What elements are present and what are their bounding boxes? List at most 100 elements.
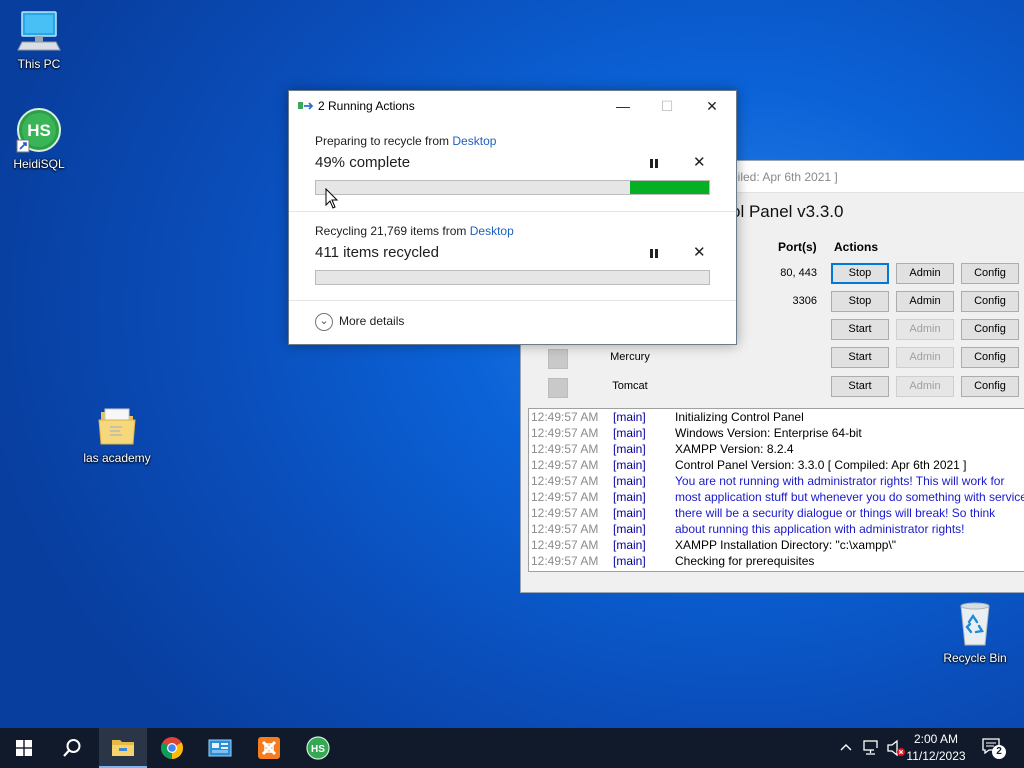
action-status: 411 items recycled — [315, 244, 439, 261]
action-description: Preparing to recycle from Desktop — [315, 134, 497, 148]
search-icon — [63, 739, 81, 757]
log-line: 12:49:57 AM [main] XAMPP Installation Dire… — [531, 538, 897, 552]
taskbar-search-button[interactable] — [48, 728, 96, 768]
log-line: 12:49:57 AM [main] Windows Version: Enterp… — [531, 426, 862, 440]
close-button[interactable]: ✕ — [690, 91, 734, 121]
desktop-icon-heidisql[interactable]: HS HeidiSQL — [0, 106, 81, 171]
actions-header: Actions — [834, 240, 879, 254]
desktop-icon-this-pc[interactable]: This PC — [0, 8, 81, 71]
log-line-warning: 12:49:57 AM [main] You are not running wit… — [531, 474, 1005, 488]
notification-badge: 2 — [992, 745, 1006, 759]
log-line: 12:49:57 AM [main] Checking for prerequisi… — [531, 554, 815, 568]
module-name: Mercury — [610, 351, 650, 363]
taskbar-chrome[interactable] — [148, 728, 196, 768]
dialog-titlebar[interactable]: 2 Running Actions — ☐ ✕ — [289, 91, 736, 121]
heidisql-icon: HS — [16, 108, 61, 153]
log-line: 12:49:57 AM [main] Control Panel Version: … — [531, 458, 967, 472]
chrome-icon — [161, 737, 183, 759]
more-details-label: More details — [339, 314, 405, 329]
divider — [289, 211, 736, 212]
windows-logo-icon — [16, 740, 32, 756]
config-button[interactable]: Config — [961, 376, 1019, 397]
file-move-icon — [298, 102, 314, 110]
xampp-panel-title: ol Panel v3.3.0 — [731, 202, 844, 221]
minimize-button[interactable]: — — [601, 91, 645, 121]
pause-icon[interactable] — [647, 157, 661, 171]
log-line: 12:49:57 AM [main] Initializing Control Pa… — [531, 410, 804, 424]
module-name: Tomcat — [612, 380, 648, 392]
admin-button: Admin — [896, 347, 954, 368]
cancel-icon[interactable]: ✕ — [693, 243, 706, 261]
module-row-mercury: Mercury Start Admin Config — [521, 345, 1024, 371]
config-button[interactable]: Config — [961, 263, 1019, 284]
xampp-icon — [258, 737, 280, 759]
start-button[interactable] — [0, 728, 48, 768]
dialog-title: 2 Running Actions — [318, 99, 415, 113]
clock[interactable]: 2:00 AM 11/12/2023 — [900, 731, 972, 765]
module-ports: 3306 — [792, 295, 817, 307]
config-button[interactable]: Config — [961, 319, 1019, 340]
taskbar-file-explorer[interactable] — [99, 728, 147, 768]
taskbar-heidisql[interactable]: HS — [294, 728, 342, 768]
start-button[interactable]: Start — [831, 376, 889, 397]
chevron-up-icon[interactable] — [840, 742, 852, 752]
clock-time: 2:00 AM — [913, 732, 959, 746]
progress-bar — [315, 270, 710, 285]
admin-button[interactable]: Admin — [896, 263, 954, 284]
progress-fill — [630, 181, 709, 194]
service-checkbox[interactable] — [548, 349, 568, 369]
action-center-button[interactable]: 2 — [982, 738, 1006, 760]
taskbar-xampp[interactable] — [245, 728, 293, 768]
running-actions-dialog[interactable]: 2 Running Actions — ☐ ✕ Preparing to rec… — [288, 90, 737, 345]
heidisql-label: HeidiSQL — [13, 157, 65, 171]
desktop-link[interactable]: Desktop — [452, 134, 496, 148]
action-status: 49% complete — [315, 154, 411, 171]
progress-bar — [315, 180, 710, 195]
log-line-warning: 12:49:57 AM [main] about running this appl… — [531, 522, 965, 536]
network-icon[interactable] — [862, 740, 880, 756]
action-prepare: Preparing to recycle from Desktop 49% co… — [289, 131, 736, 211]
log-line: 12:49:57 AM [main] XAMPP Version: 8.2.4 — [531, 442, 794, 456]
pause-icon[interactable] — [647, 247, 661, 261]
svg-text:HS: HS — [27, 121, 51, 140]
start-button[interactable]: Start — [831, 347, 889, 368]
more-details-toggle[interactable]: ⌄ More details — [315, 313, 404, 331]
heidisql-icon: HS — [306, 736, 330, 760]
action-recycle: Recycling 21,769 items from Desktop 411 … — [289, 221, 736, 301]
this-pc-icon — [17, 11, 61, 51]
desktop-icon-recycle-bin[interactable]: Recycle Bin — [933, 600, 1017, 665]
admin-button[interactable]: Admin — [896, 291, 954, 312]
config-button[interactable]: Config — [961, 291, 1019, 312]
desktop-icon-folder[interactable]: las academy — [75, 404, 159, 465]
clock-date: 11/12/2023 — [906, 749, 966, 763]
service-checkbox[interactable] — [548, 378, 568, 398]
config-button[interactable]: Config — [961, 347, 1019, 368]
mouse-cursor-icon — [325, 188, 339, 209]
maximize-button: ☐ — [660, 98, 674, 114]
cancel-icon[interactable]: ✕ — [693, 153, 706, 171]
log-panel[interactable]: 12:49:57 AM [main] Initializing Control Pa… — [528, 408, 1024, 572]
chevron-down-icon: ⌄ — [315, 313, 333, 331]
xampp-title: piled: Apr 6th 2021 ] — [731, 170, 838, 184]
module-row-tomcat: Tomcat Start Admin Config — [521, 374, 1024, 400]
control-panel-icon — [208, 739, 232, 757]
admin-button: Admin — [896, 376, 954, 397]
stop-button[interactable]: Stop — [831, 291, 889, 312]
module-ports: 80, 443 — [780, 267, 817, 279]
recycle-bin-icon — [960, 602, 990, 646]
log-line-warning: 12:49:57 AM [main] most application stuff … — [531, 490, 1024, 504]
desktop-link[interactable]: Desktop — [470, 224, 514, 238]
folder-icon — [98, 408, 136, 445]
start-button[interactable]: Start — [831, 319, 889, 340]
file-explorer-icon — [112, 740, 134, 756]
stop-button[interactable]: Stop — [831, 263, 889, 284]
divider — [289, 300, 736, 301]
taskbar-control-panel[interactable] — [196, 728, 244, 768]
ports-header: Port(s) — [778, 240, 817, 254]
this-pc-label: This PC — [17, 57, 61, 71]
log-line-warning: 12:49:57 AM [main] there will be a securit… — [531, 506, 996, 520]
folder-label: las academy — [83, 451, 151, 465]
recycle-bin-label: Recycle Bin — [943, 651, 1007, 665]
taskbar: HS 2:00 AM 11/12/2023 2 — [0, 728, 1024, 768]
svg-text:HS: HS — [311, 744, 325, 755]
